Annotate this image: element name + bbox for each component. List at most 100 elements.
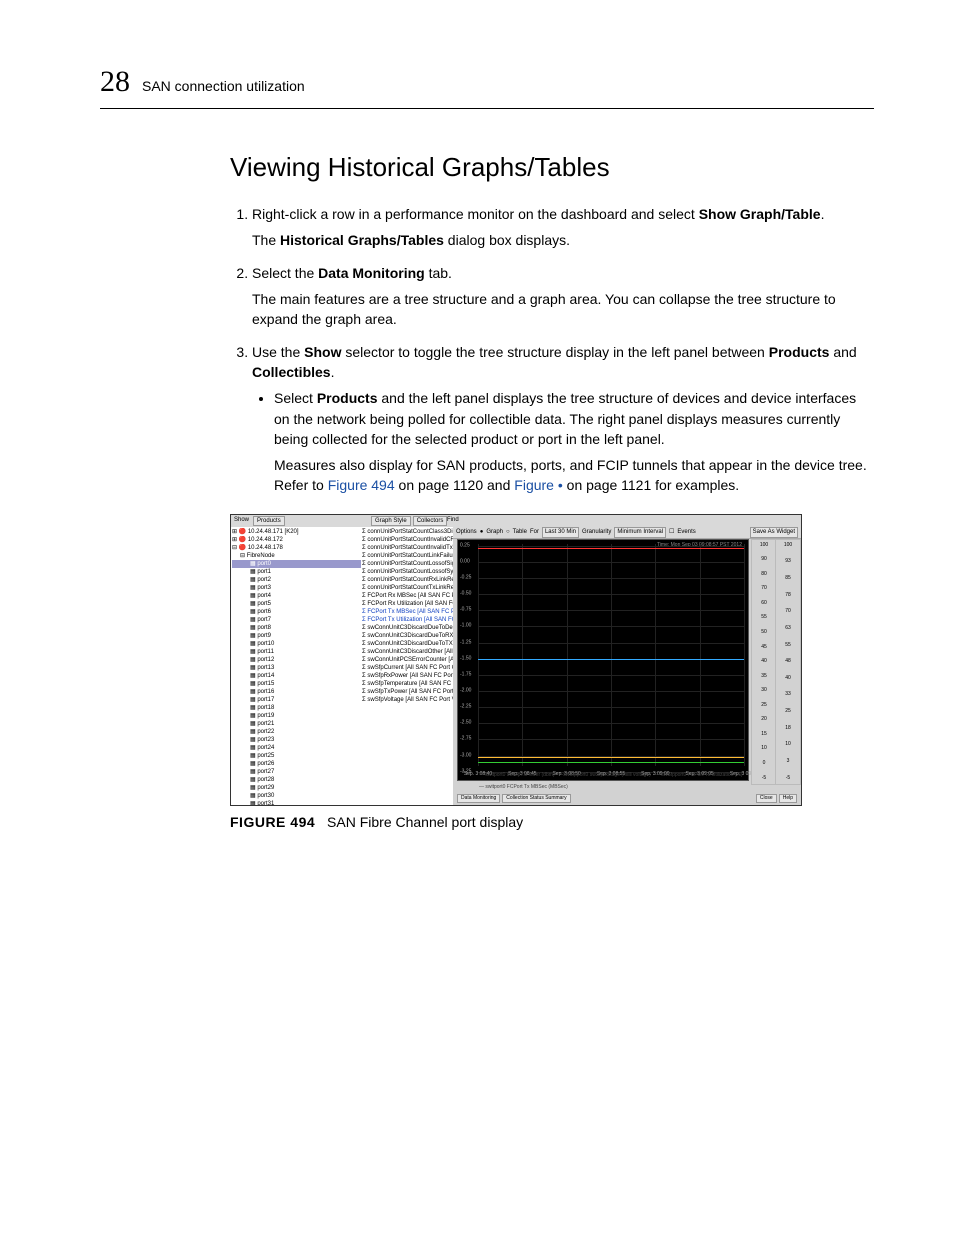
events-checkbox[interactable]: Events	[677, 528, 695, 537]
dialog-buttons: Close Help	[756, 794, 797, 803]
figure-label: FIGURE 494	[230, 814, 315, 830]
chapter-number: 28	[100, 60, 130, 104]
tree-port[interactable]: ▦ port7	[232, 616, 362, 624]
granularity-dropdown[interactable]: Minimum Interval	[614, 527, 666, 538]
collector-item[interactable]: Σ FCPort Rx Utilization [All SAN FC P	[362, 600, 454, 608]
close-button[interactable]: Close	[756, 794, 777, 803]
tree-root[interactable]: ⊞ 🔴 10.24.48.171 [K20]	[232, 528, 362, 536]
tree-port[interactable]: ▦ port6	[232, 608, 362, 616]
steps-list: Right-click a row in a performance monit…	[230, 204, 874, 496]
tree-port[interactable]: ▦ port28	[232, 776, 362, 784]
tree-port[interactable]: ▦ port0	[232, 560, 362, 568]
graph-pane: Options ●Graph ○Table For Last 30 Min Gr…	[453, 527, 801, 805]
tree-port[interactable]: ▦ port27	[232, 768, 362, 776]
link-figure-494[interactable]: Figure 494	[328, 477, 395, 493]
tree-port[interactable]: ▦ port21	[232, 720, 362, 728]
collector-item[interactable]: Σ swSfpRxPower [All SAN FC Port	[362, 672, 454, 680]
tree-port[interactable]: ▦ port13	[232, 664, 362, 672]
legend-item: -- swSfpport0 swSfpVoltage (milli voltag…	[559, 772, 651, 779]
link-figure-next[interactable]: Figure •	[514, 477, 562, 493]
collectors-button[interactable]: Collectors	[413, 516, 448, 526]
legend-item: — switport0 swSfpTxPower (dbm)	[479, 772, 555, 779]
tree-port[interactable]: ▦ port23	[232, 736, 362, 744]
bullet-reference: Measures also display for SAN products, …	[274, 455, 874, 496]
tree-port[interactable]: ▦ port10	[232, 640, 362, 648]
collector-item[interactable]: Σ swConnUnitC3DiscardOther [All S	[362, 648, 454, 656]
collector-item[interactable]: Σ connUnitPortStatCountTxLinkRese	[362, 584, 454, 592]
tree-port[interactable]: ▦ port25	[232, 752, 362, 760]
tree-port[interactable]: ▦ port1	[232, 568, 362, 576]
tree-port[interactable]: ▦ port3	[232, 584, 362, 592]
y-axis-secondary-1: 10090807060555045403530252015100-5	[751, 539, 777, 785]
step-1-after: The Historical Graphs/Tables dialog box …	[252, 230, 874, 250]
tree-port[interactable]: ▦ port2	[232, 576, 362, 584]
help-button[interactable]: Help	[779, 794, 797, 803]
tree-port[interactable]: ▦ port26	[232, 760, 362, 768]
graph-style-button[interactable]: Graph Style	[371, 516, 411, 526]
tree-port[interactable]: ▦ port22	[232, 728, 362, 736]
footer-tabs: Data Monitoring Collection Status Summar…	[457, 794, 571, 803]
legend-item: — swSfpport0 FCPort Tx Utilization (%)	[655, 772, 743, 779]
figure-caption-text: SAN Fibre Channel port display	[327, 814, 523, 830]
collector-item[interactable]: Σ swSfpVoltage [All SAN FC Port Vo	[362, 696, 454, 704]
collector-item[interactable]: Σ connUnitPortStatCountClass3Disc	[362, 528, 454, 536]
tree-port[interactable]: ▦ port24	[232, 744, 362, 752]
collector-item[interactable]: Σ swSfpTxPower [All SAN FC Port	[362, 688, 454, 696]
tree-port[interactable]: ▦ port19	[232, 712, 362, 720]
tree-port[interactable]: ▦ port30	[232, 792, 362, 800]
collector-item[interactable]: Σ connUnitPortStatCountInvalidTxW	[362, 544, 454, 552]
figure-494: Show Products Graph Style Collectors Fin…	[230, 514, 874, 832]
step-3: Use the Show selector to toggle the tree…	[252, 342, 874, 496]
collector-item[interactable]: Σ connUnitPortStatCountRxLinkRese	[362, 576, 454, 584]
page: 28 SAN connection utilization Viewing Hi…	[0, 0, 954, 1235]
tree-port[interactable]: ▦ port14	[232, 672, 362, 680]
tree-root[interactable]: ⊟ 🔴 10.24.48.178	[232, 544, 362, 552]
for-dropdown[interactable]: Last 30 Min	[542, 527, 579, 538]
page-header: 28 SAN connection utilization	[100, 60, 874, 109]
tree-port[interactable]: ▦ port5	[232, 600, 362, 608]
device-tree-pane: ⊞ 🔴 10.24.48.171 [K20]⊞ 🔴 10.24.48.172⊟ …	[231, 527, 364, 805]
tree-port[interactable]: ▦ port17	[232, 696, 362, 704]
tree-port[interactable]: ▦ port31	[232, 800, 362, 805]
step-3-bullets: Select Products and the left panel displ…	[274, 388, 874, 495]
tree-port[interactable]: ▦ port18	[232, 704, 362, 712]
tree-port[interactable]: ▦ port29	[232, 784, 362, 792]
tree-port[interactable]: ▦ port4	[232, 592, 362, 600]
collector-item[interactable]: Σ FCPort Tx Utilization [All SAN FC P	[362, 616, 454, 624]
tree-port[interactable]: ▦ port15	[232, 680, 362, 688]
collector-item[interactable]: Σ swConnUnitC3DiscardDueToRXTo	[362, 632, 454, 640]
collector-item[interactable]: Σ connUnitPortStatCountLossofSync	[362, 568, 454, 576]
tree-root[interactable]: ⊞ 🔴 10.24.48.172	[232, 536, 362, 544]
save-widget-button[interactable]: Save As Widget	[750, 527, 798, 538]
heading: Viewing Historical Graphs/Tables	[230, 149, 874, 187]
tab-data-monitoring[interactable]: Data Monitoring	[457, 794, 500, 803]
bullet-products: Select Products and the left panel displ…	[274, 388, 874, 495]
show-label: Show	[234, 516, 249, 525]
products-dropdown[interactable]: Products	[253, 516, 285, 526]
y-axis-secondary-2: 1009385787063554840332518103-5	[775, 539, 801, 785]
tree-port[interactable]: ▦ port9	[232, 632, 362, 640]
table-radio[interactable]: Table	[513, 528, 527, 537]
tree-port[interactable]: ▦ port11	[232, 648, 362, 656]
collector-item[interactable]: Σ swSfpTemperature [All SAN FC P	[362, 680, 454, 688]
step-2: Select the Data Monitoring tab. The main…	[252, 263, 874, 330]
tree-port[interactable]: ▦ port16	[232, 688, 362, 696]
collector-item[interactable]: Σ FCPort Tx MBSec [All SAN FC Po	[362, 608, 454, 616]
graph-radio[interactable]: Graph	[486, 528, 503, 537]
collector-item[interactable]: Σ connUnitPortStatCountLinkFailures	[362, 552, 454, 560]
collector-item[interactable]: Σ connUnitPortStatCountLossofSign	[362, 560, 454, 568]
collector-item[interactable]: Σ swConnUnitC3DiscardDueToTXTo	[362, 640, 454, 648]
tree-group[interactable]: ⊟ FibreNode	[232, 552, 362, 560]
chart-area: Time: Mon Sep 03 09:08:57 PST 2012 0.250…	[457, 539, 749, 781]
collector-item[interactable]: Σ swConnUnitPCSErrorCounter [All	[362, 656, 454, 664]
tree-port[interactable]: ▦ port8	[232, 624, 362, 632]
screenshot: Show Products Graph Style Collectors Fin…	[230, 514, 802, 806]
collector-item[interactable]: Σ swSfpCurrent [All SAN FC Port Cu	[362, 664, 454, 672]
collector-item[interactable]: Σ FCPort Rx MBSec [All SAN FC Po	[362, 592, 454, 600]
tab-collection-status[interactable]: Collection Status Summary	[502, 794, 570, 803]
collector-item[interactable]: Σ connUnitPortStatCountInvalidCRC	[362, 536, 454, 544]
chart-legend: — switport0 swSfpTxPower (dbm) -- swSfppo…	[479, 772, 797, 791]
tree-port[interactable]: ▦ port12	[232, 656, 362, 664]
legend-item: — switport0 FCPort Tx MBSec (MBSec)	[479, 784, 568, 791]
collector-item[interactable]: Σ swConnUnitC3DiscardDueToDest	[362, 624, 454, 632]
